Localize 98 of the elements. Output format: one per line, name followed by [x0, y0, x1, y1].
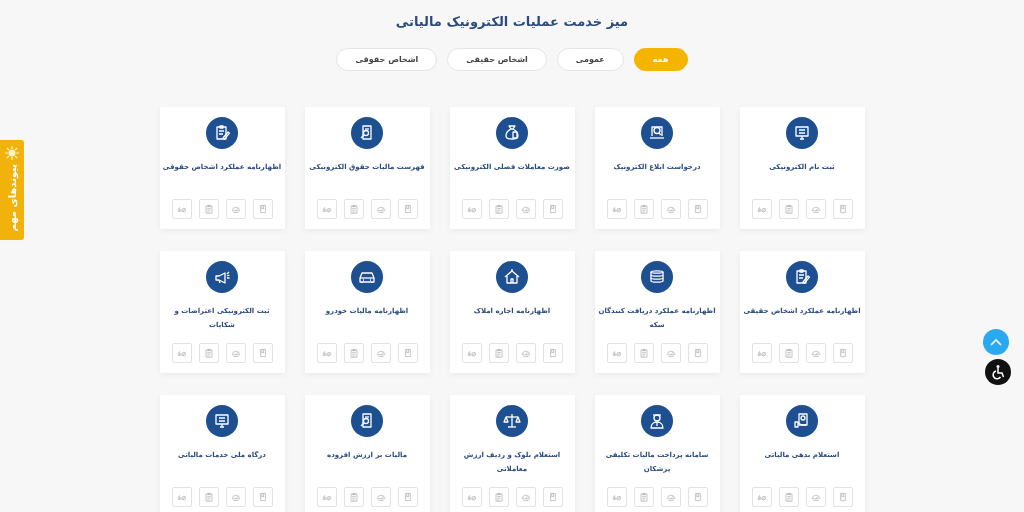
scale-icon [496, 405, 528, 437]
clipboard-icon [347, 491, 360, 503]
book-button[interactable] [252, 199, 273, 219]
chart-button[interactable] [171, 487, 192, 507]
clipboard-icon [782, 203, 795, 215]
house-icon [496, 261, 528, 293]
chart-button[interactable] [751, 487, 772, 507]
page-title: میز خدمت عملیات الکترونیک مالیاتی [395, 14, 629, 29]
clipboard-button[interactable] [198, 199, 219, 219]
clipboard-button[interactable] [198, 343, 219, 363]
gauge-button[interactable] [515, 487, 536, 507]
clipboard-icon [637, 347, 650, 359]
clipboard-button[interactable] [343, 487, 364, 507]
clipboard-button[interactable] [778, 199, 799, 219]
chart-button[interactable] [171, 199, 192, 219]
chart-button[interactable] [606, 487, 627, 507]
money-bag-icon [496, 117, 528, 149]
accessibility-button[interactable] [985, 359, 1011, 385]
chart-button[interactable] [606, 199, 627, 219]
monitor-icon [786, 117, 818, 149]
book-button[interactable] [252, 487, 273, 507]
person-icon [641, 405, 673, 437]
document-search-icon [351, 405, 383, 437]
monitor-icon [206, 405, 238, 437]
book-button[interactable] [542, 199, 563, 219]
book-button[interactable] [832, 343, 853, 363]
clipboard-button[interactable] [488, 343, 509, 363]
clipboard-button[interactable] [343, 199, 364, 219]
chart-button[interactable] [461, 343, 482, 363]
gauge-button[interactable] [225, 487, 246, 507]
book-button[interactable] [687, 343, 708, 363]
clipboard-button[interactable] [633, 199, 654, 219]
chart-button[interactable] [316, 199, 337, 219]
clipboard-button[interactable] [778, 487, 799, 507]
wheelchair-icon [990, 364, 1006, 380]
document-search-icon [351, 117, 383, 149]
clipboard-icon [347, 347, 360, 359]
gauge-button[interactable] [805, 487, 826, 507]
clipboard-icon [637, 491, 650, 503]
book-button[interactable] [832, 199, 853, 219]
chart-button[interactable] [751, 199, 772, 219]
sun-icon [5, 146, 19, 160]
side-tab-label: پیوندهای مهم [6, 164, 18, 232]
clipboard-button[interactable] [343, 343, 364, 363]
gauge-button[interactable] [515, 343, 536, 363]
gauge-button[interactable] [370, 487, 391, 507]
clipboard-button[interactable] [488, 487, 509, 507]
clipboard-icon [202, 347, 215, 359]
chart-button[interactable] [461, 487, 482, 507]
gauge-button[interactable] [370, 343, 391, 363]
megaphone-icon [206, 261, 238, 293]
clipboard-button[interactable] [488, 199, 509, 219]
clipboard-pencil-icon [786, 261, 818, 293]
clipboard-icon [637, 203, 650, 215]
book-button[interactable] [542, 343, 563, 363]
gauge-button[interactable] [225, 199, 246, 219]
clipboard-icon [492, 347, 505, 359]
chart-button[interactable] [316, 487, 337, 507]
chart-button[interactable] [461, 199, 482, 219]
chart-button[interactable] [606, 343, 627, 363]
book-button[interactable] [397, 199, 418, 219]
gauge-button[interactable] [660, 343, 681, 363]
chart-button[interactable] [316, 343, 337, 363]
gauge-button[interactable] [660, 487, 681, 507]
gauge-button[interactable] [515, 199, 536, 219]
clipboard-icon [202, 491, 215, 503]
book-button[interactable] [832, 487, 853, 507]
clipboard-icon [347, 203, 360, 215]
clipboard-icon [782, 347, 795, 359]
chart-button[interactable] [751, 343, 772, 363]
book-button[interactable] [252, 343, 273, 363]
filter-tab[interactable]: اشخاص حقوقی [336, 48, 438, 71]
book-button[interactable] [687, 487, 708, 507]
coins-icon [641, 261, 673, 293]
gauge-button[interactable] [225, 343, 246, 363]
filter-tab[interactable]: اشخاص حقیقی [447, 48, 547, 71]
book-button[interactable] [542, 487, 563, 507]
gauge-button[interactable] [660, 199, 681, 219]
clipboard-icon [202, 203, 215, 215]
clipboard-button[interactable] [633, 487, 654, 507]
clipboard-pencil-icon [206, 117, 238, 149]
clipboard-button[interactable] [198, 487, 219, 507]
car-icon [351, 261, 383, 293]
chevron-up-icon [990, 338, 1002, 346]
laptop-search-icon [641, 117, 673, 149]
clipboard-button[interactable] [633, 343, 654, 363]
book-button[interactable] [397, 487, 418, 507]
clipboard-icon [492, 203, 505, 215]
clipboard-button[interactable] [778, 343, 799, 363]
clipboard-icon [492, 491, 505, 503]
book-button[interactable] [687, 199, 708, 219]
gauge-button[interactable] [805, 343, 826, 363]
gauge-button[interactable] [370, 199, 391, 219]
book-button[interactable] [397, 343, 418, 363]
filter-tab[interactable]: عمومی [556, 48, 624, 71]
gauge-button[interactable] [805, 199, 826, 219]
chart-button[interactable] [171, 343, 192, 363]
clipboard-icon [782, 491, 795, 503]
